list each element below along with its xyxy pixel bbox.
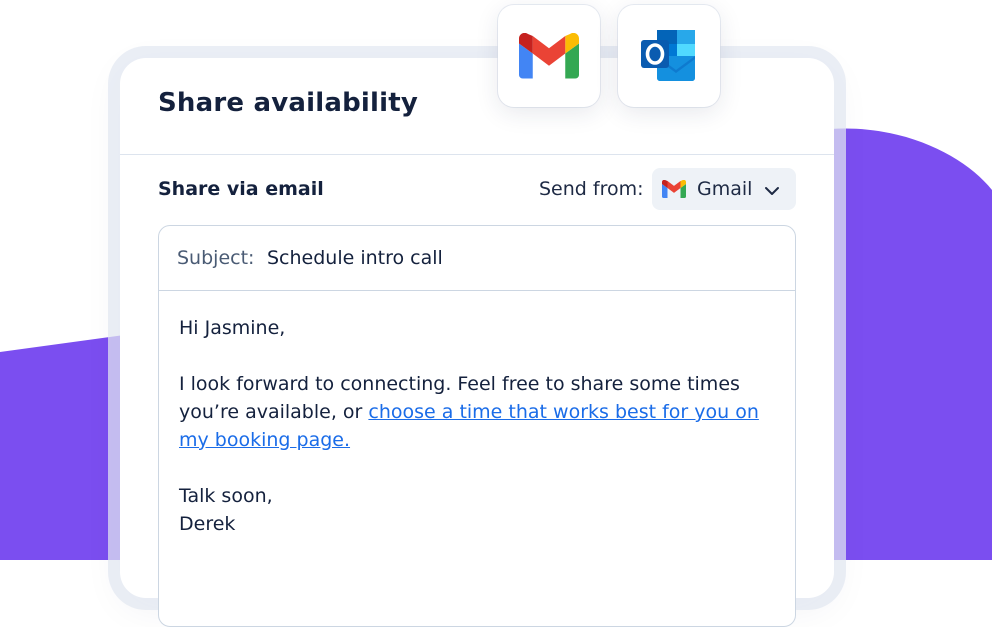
email-greeting: Hi Jasmine, <box>179 317 286 339</box>
card-header: Share availability <box>120 58 834 155</box>
send-from-dropdown[interactable]: Gmail <box>652 168 796 210</box>
share-via-email-label: Share via email <box>158 178 324 200</box>
send-from-label: Send from: <box>539 178 644 200</box>
subject-field[interactable]: Schedule intro call <box>267 247 443 269</box>
email-signature: Derek <box>179 513 236 535</box>
page-title: Share availability <box>158 88 419 118</box>
chevron-down-icon <box>764 182 780 201</box>
outlook-icon <box>641 30 695 81</box>
email-signoff: Talk soon, <box>179 485 273 507</box>
subject-label: Subject: <box>177 247 255 269</box>
share-availability-card: Share availability Share via email Send … <box>120 58 834 627</box>
email-composer: Subject: Schedule intro call Hi Jasmine,… <box>158 225 796 627</box>
gmail-app-tile[interactable] <box>498 5 600 107</box>
email-message: I look forward to connecting. Feel free … <box>179 370 779 454</box>
gmail-icon <box>662 179 686 202</box>
gmail-icon <box>519 33 579 79</box>
send-from-value: Gmail <box>697 178 753 200</box>
email-body[interactable]: Hi Jasmine, I look forward to connecting… <box>179 314 779 538</box>
outlook-app-tile[interactable] <box>618 5 720 107</box>
subject-row[interactable]: Subject: Schedule intro call <box>159 226 795 291</box>
